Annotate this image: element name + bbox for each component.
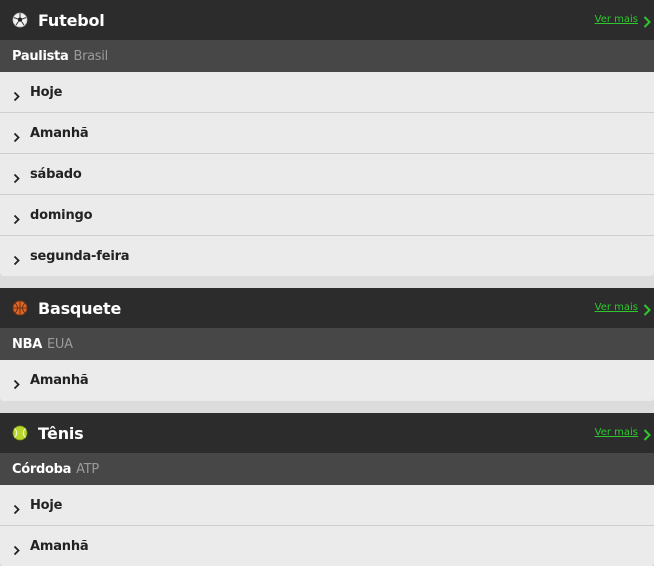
day-row[interactable]: Amanhã	[0, 360, 654, 401]
ver-mais-link[interactable]: Ver mais	[595, 13, 651, 28]
league-name: Córdoba	[12, 461, 72, 477]
ver-mais-label[interactable]: Ver mais	[595, 302, 638, 313]
sport-section-basquete: Basquete Ver mais NBA EUA Amanhã	[0, 288, 654, 401]
ver-mais-link[interactable]: Ver mais	[595, 426, 651, 441]
league-header[interactable]: Paulista Brasil	[0, 40, 654, 72]
chevron-right-icon[interactable]	[643, 426, 651, 441]
chevron-right-icon	[13, 128, 20, 142]
league-header[interactable]: Córdoba ATP	[0, 453, 654, 485]
sport-section-futebol: Futebol Ver mais Paulista Brasil Hoje Am…	[0, 0, 654, 276]
league-header[interactable]: NBA EUA	[0, 328, 654, 360]
league-country: EUA	[46, 336, 73, 352]
day-label: Amanhã	[30, 373, 89, 388]
day-row[interactable]: segunda-feira	[0, 236, 654, 276]
ver-mais-link[interactable]: Ver mais	[595, 301, 651, 316]
chevron-right-icon	[13, 375, 20, 390]
sport-header: Tênis Ver mais	[0, 413, 654, 453]
league-name: NBA	[12, 336, 42, 352]
chevron-right-icon[interactable]	[643, 13, 651, 28]
day-label: Hoje	[30, 84, 63, 100]
day-label: segunda-feira	[30, 248, 130, 264]
league-name: Paulista	[12, 48, 69, 64]
sport-header: Futebol Ver mais	[0, 0, 654, 40]
chevron-right-icon	[13, 541, 20, 555]
chevron-right-icon	[13, 251, 20, 265]
day-row[interactable]: Hoje	[0, 72, 654, 113]
day-row[interactable]: Amanhã	[0, 526, 654, 566]
day-label: domingo	[30, 207, 93, 223]
chevron-right-icon	[13, 169, 20, 183]
ver-mais-label[interactable]: Ver mais	[595, 427, 638, 438]
sport-title: Tênis	[38, 423, 84, 443]
tennis-ball-icon	[12, 425, 28, 441]
sport-section-tenis: Tênis Ver mais Córdoba ATP Hoje Amanhã	[0, 413, 654, 566]
day-label: Amanhã	[30, 538, 89, 554]
day-label: Hoje	[30, 497, 63, 513]
day-row[interactable]: sábado	[0, 154, 654, 195]
sport-header: Basquete Ver mais	[0, 288, 654, 328]
chevron-right-icon	[13, 210, 20, 224]
sport-title: Futebol	[38, 10, 105, 30]
day-label: Amanhã	[30, 125, 89, 141]
day-label: sábado	[30, 166, 82, 182]
day-row[interactable]: Amanhã	[0, 113, 654, 154]
sport-title: Basquete	[38, 298, 122, 318]
league-country: ATP	[76, 461, 99, 477]
soccer-ball-icon	[12, 12, 28, 28]
ver-mais-label[interactable]: Ver mais	[595, 14, 638, 25]
day-row[interactable]: domingo	[0, 195, 654, 236]
day-row[interactable]: Hoje	[0, 485, 654, 526]
chevron-right-icon	[13, 87, 20, 101]
basketball-icon	[12, 300, 28, 316]
league-country: Brasil	[73, 48, 108, 64]
chevron-right-icon	[13, 500, 20, 514]
chevron-right-icon[interactable]	[643, 301, 651, 316]
